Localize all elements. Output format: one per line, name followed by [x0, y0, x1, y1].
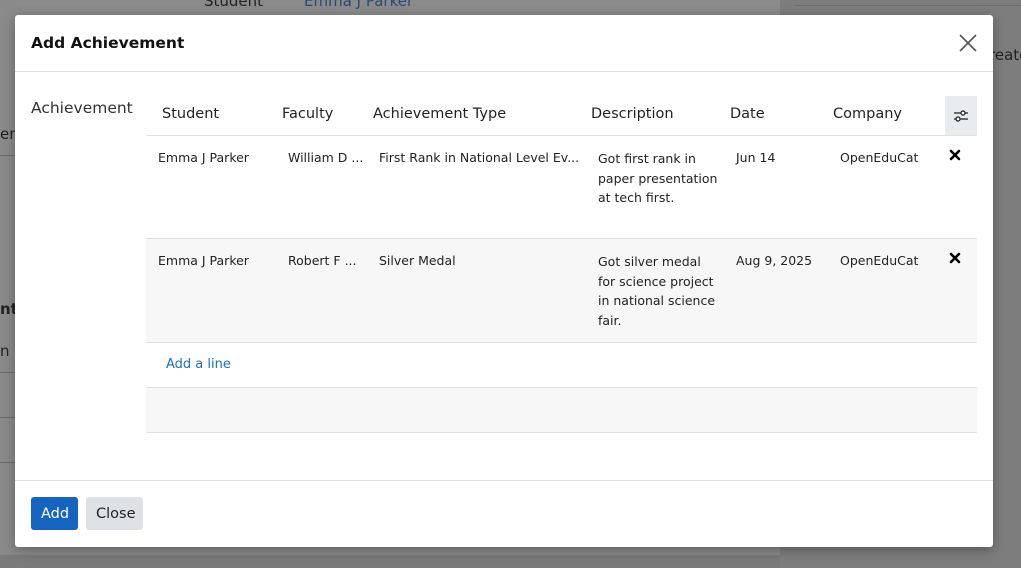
- cell-faculty[interactable]: Robert F ...: [288, 253, 357, 268]
- bg-divider: [0, 372, 15, 373]
- bg-divider: [0, 417, 15, 418]
- bg-divider: [0, 462, 15, 463]
- cell-company[interactable]: OpenEduCat: [840, 253, 918, 268]
- cell-student[interactable]: Emma J Parker: [158, 253, 249, 268]
- close-icon[interactable]: [957, 32, 979, 54]
- delete-row-icon[interactable]: [948, 148, 962, 162]
- add-achievement-dialog: Add Achievement Achievement Student Facu…: [15, 15, 993, 547]
- empty-row: [146, 388, 977, 433]
- modal-body: Achievement Student Faculty Achievement …: [15, 72, 993, 480]
- table-row[interactable]: Emma J Parker Robert F ... Silver Medal …: [146, 239, 977, 343]
- cell-student[interactable]: Emma J Parker: [158, 150, 249, 165]
- bg-right-text: reate: [989, 46, 1021, 64]
- bg-divider: [795, 5, 1021, 6]
- delete-row-icon[interactable]: [948, 251, 962, 265]
- cell-company[interactable]: OpenEduCat: [840, 150, 918, 165]
- optional-columns-button[interactable]: [945, 96, 977, 135]
- column-student[interactable]: Student: [162, 106, 219, 122]
- column-achievement-type[interactable]: Achievement Type: [373, 106, 506, 122]
- table-row[interactable]: Emma J Parker William D ... First Rank i…: [146, 136, 977, 239]
- bg-divider: [0, 155, 15, 156]
- close-button[interactable]: Close: [86, 497, 143, 530]
- add-line-link[interactable]: Add a line: [166, 357, 231, 372]
- column-description[interactable]: Description: [591, 106, 674, 122]
- bg-student-label: Student: [204, 0, 264, 10]
- table-header: Student Faculty Achievement Type Descrip…: [146, 96, 977, 136]
- achievement-table: Student Faculty Achievement Type Descrip…: [146, 96, 977, 433]
- modal-header: Add Achievement: [15, 15, 993, 72]
- modal-title: Add Achievement: [31, 34, 185, 52]
- modal-footer: Add Close: [15, 480, 993, 547]
- cell-faculty[interactable]: William D ...: [288, 150, 363, 165]
- add-line-row: Add a line: [146, 343, 977, 388]
- cell-achievement-type[interactable]: Silver Medal: [379, 253, 456, 268]
- achievement-field-label: Achievement: [31, 99, 133, 117]
- cell-description[interactable]: Got silver medal for science project in …: [598, 252, 720, 330]
- add-button[interactable]: Add: [31, 497, 78, 530]
- sliders-icon: [954, 109, 968, 122]
- column-faculty[interactable]: Faculty: [282, 106, 333, 122]
- cell-date[interactable]: Jun 14: [736, 150, 775, 165]
- column-date[interactable]: Date: [730, 106, 765, 122]
- cell-description[interactable]: Got first rank in paper presentation at …: [598, 149, 720, 208]
- bg-student-value: Emma J Parker: [304, 0, 414, 10]
- column-company[interactable]: Company: [833, 106, 902, 122]
- cell-date[interactable]: Aug 9, 2025: [736, 253, 812, 268]
- cell-achievement-type[interactable]: First Rank in National Level Ev...: [379, 150, 579, 165]
